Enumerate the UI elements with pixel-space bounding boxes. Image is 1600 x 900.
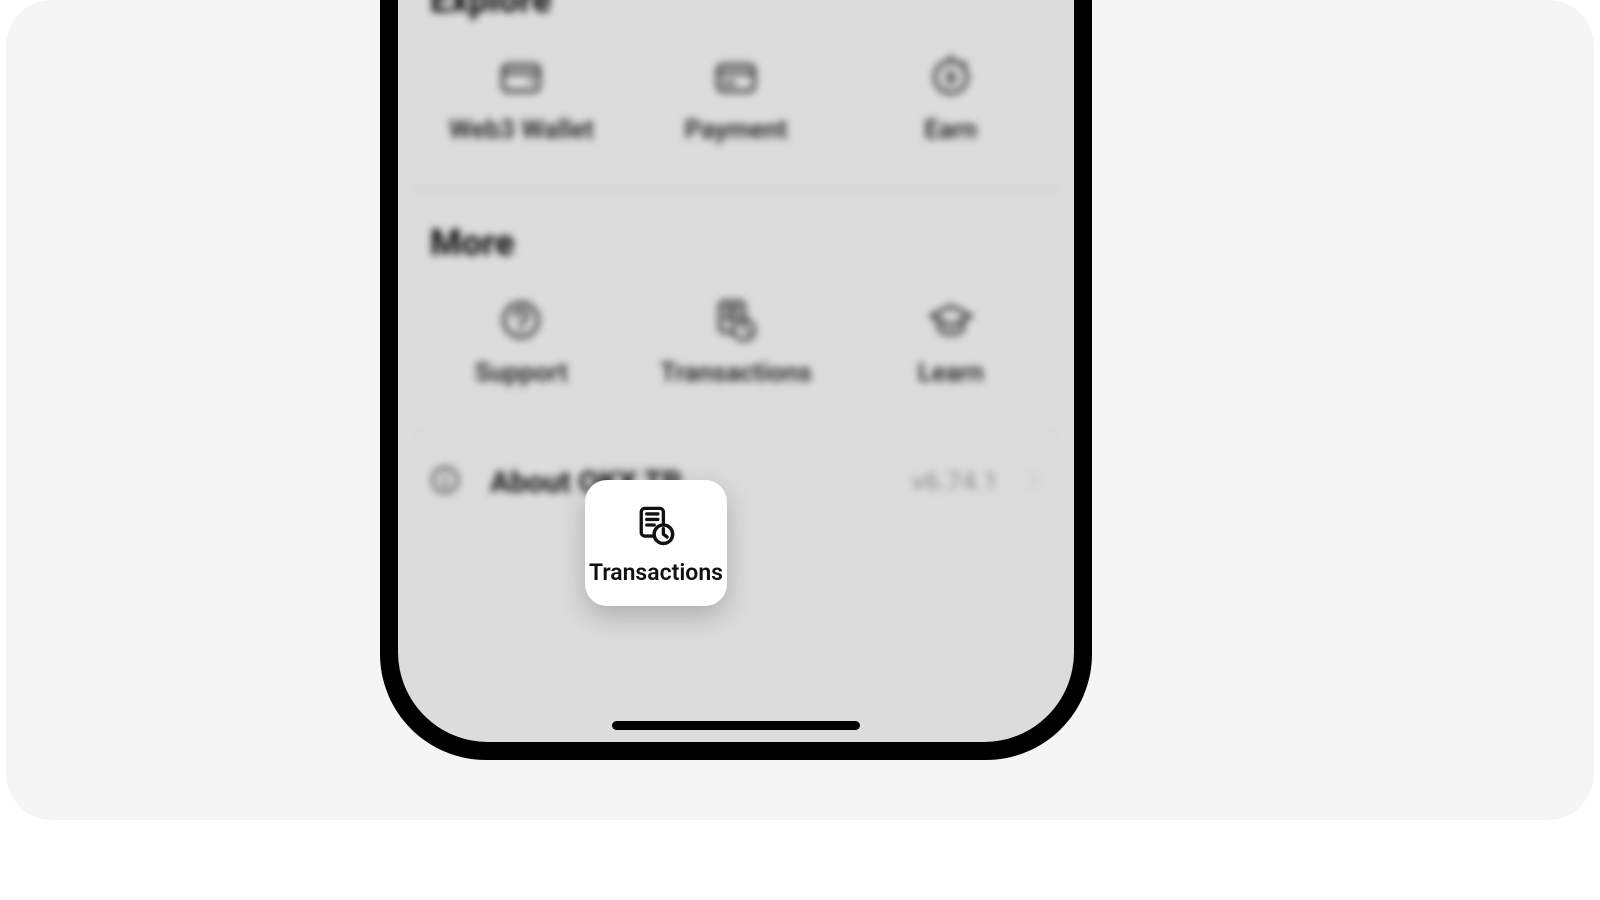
divider	[416, 189, 1056, 190]
tile-payment[interactable]: Payment	[658, 43, 814, 153]
grid-explore: Web3 Wallet Payment Earn	[398, 29, 1074, 183]
highlight-transactions[interactable]: Transactions	[585, 480, 727, 606]
chevron-right-icon	[1024, 469, 1046, 495]
wallet-icon	[495, 51, 547, 103]
about-row[interactable]: About OKX TR v6.74.1	[398, 447, 1074, 509]
tile-web3-wallet[interactable]: Web3 Wallet	[443, 43, 599, 153]
tile-earn[interactable]: Earn	[873, 43, 1029, 153]
highlight-label: Transactions	[589, 559, 723, 586]
phone-frame: Rewards and perks Rewards Referrals Affi…	[380, 0, 1092, 760]
app-content: Rewards and perks Rewards Referrals Affi…	[398, 0, 1074, 549]
grid-more: Support Transactions Learn	[398, 272, 1074, 426]
help-icon	[495, 294, 547, 346]
tile-label: Learn	[918, 358, 984, 388]
tile-label: Payment	[684, 115, 787, 145]
divider	[416, 432, 1056, 433]
earn-icon	[925, 51, 977, 103]
tile-label: Earn	[924, 115, 977, 145]
tile-support[interactable]: Support	[443, 286, 599, 396]
section-title-more: More	[398, 204, 1074, 272]
section-title-explore: Explore	[398, 0, 1074, 29]
tile-transactions[interactable]: Transactions	[658, 286, 814, 396]
tile-label: Transactions	[660, 358, 812, 388]
tile-label: Support	[475, 358, 568, 388]
tile-learn[interactable]: Learn	[873, 286, 1029, 396]
transactions-icon	[710, 294, 762, 346]
phone-screen: Rewards and perks Rewards Referrals Affi…	[398, 0, 1074, 742]
stage-panel: Rewards and perks Rewards Referrals Affi…	[6, 0, 1594, 820]
info-icon	[426, 461, 464, 503]
tile-label: Web3 Wallet	[449, 115, 594, 145]
transactions-icon	[632, 501, 680, 549]
home-indicator	[612, 721, 860, 730]
about-version: v6.74.1	[912, 467, 998, 497]
card-icon	[710, 51, 762, 103]
learn-icon	[925, 294, 977, 346]
